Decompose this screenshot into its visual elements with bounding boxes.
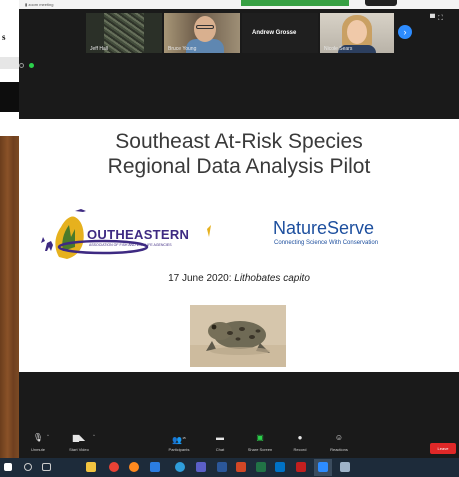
outlook-icon[interactable]	[275, 462, 285, 472]
slide-date: 17 June 2020:	[168, 273, 235, 284]
start-video-button[interactable]: ▆◣ Start Video	[61, 433, 97, 452]
reactions-label: Reactions	[330, 447, 348, 452]
share-screen-label: Share Screen	[247, 447, 273, 452]
video-off-icon: ▆◣	[72, 433, 86, 442]
search-icon[interactable]	[24, 463, 32, 471]
frog-photo	[190, 305, 286, 367]
sefwa-logo: OUTHEASTERN ASSOCIATION OF FISH AND WILD…	[31, 207, 216, 262]
slide-date-line: 17 June 2020: Lithobates capito	[19, 273, 459, 284]
chrome-icon[interactable]	[109, 462, 119, 472]
participant-face	[347, 20, 367, 44]
participant-face	[194, 16, 216, 42]
participants-button[interactable]: 👥15 Participants	[161, 433, 197, 452]
chat-label: Chat	[215, 447, 225, 452]
fullscreen-icon[interactable]: ⛶	[438, 15, 446, 22]
status-ring-icon	[19, 63, 24, 68]
slide-title-line-1: Southeast At-Risk Species	[115, 130, 363, 153]
species-name: Lithobates capito	[234, 273, 310, 284]
chevron-up-icon[interactable]: ^	[93, 433, 95, 438]
share-screen-icon: ▣	[256, 433, 264, 442]
chevron-right-icon: ›	[403, 27, 407, 37]
record-button[interactable]: ● Record	[287, 433, 313, 452]
unmute-label: Unmute	[30, 447, 45, 452]
view-options-pill[interactable]	[365, 0, 397, 6]
participants-label: Participants	[168, 447, 190, 452]
participant-name: Nicole Sears	[324, 46, 353, 52]
participant-count: 15	[182, 436, 186, 440]
windows-taskbar	[0, 458, 459, 477]
background-window-text: s	[2, 32, 6, 42]
task-view-icon[interactable]	[42, 463, 51, 471]
natureserve-wordmark: NatureServe	[273, 218, 375, 238]
sefwa-wordmark: OUTHEASTERN	[87, 227, 190, 242]
background-window: s	[0, 0, 19, 477]
chat-icon: ▬	[216, 433, 224, 442]
next-page-button[interactable]: ›	[398, 25, 412, 39]
slide-title: Southeast At-Risk Species Regional Data …	[19, 129, 459, 179]
start-video-label: Start Video	[69, 447, 89, 452]
file-explorer-icon[interactable]	[86, 462, 96, 472]
natureserve-tagline: Connecting Science With Conservation	[274, 240, 379, 246]
screen-share-indicator[interactable]	[241, 0, 349, 6]
participant-name: Andrew Grosse	[252, 30, 297, 36]
meeting-toolbar: 🎙 Unmute ^ ▆◣ Start Video ^ 👥15 Particip…	[19, 430, 459, 458]
participant-glasses	[196, 25, 214, 29]
window-title: ▮ zoom meeting	[25, 2, 54, 7]
view-icon[interactable]: ▀	[430, 15, 438, 22]
zoom-icon[interactable]	[318, 462, 328, 472]
firefox-icon[interactable]	[129, 462, 139, 472]
reactions-icon: ☺	[334, 433, 344, 442]
participant-tile[interactable]: Nicole Sears	[320, 13, 394, 53]
acrobat-icon[interactable]	[296, 462, 306, 472]
participants-icon: 👥15	[172, 435, 186, 445]
active-speaker-dot-icon	[29, 63, 34, 68]
teams-icon[interactable]	[196, 462, 206, 472]
reactions-button[interactable]: ☺ Reactions	[323, 433, 355, 452]
chat-button[interactable]: ▬ Chat	[207, 433, 233, 452]
leave-button[interactable]: Leave	[430, 443, 456, 454]
participant-video	[104, 13, 144, 53]
zoom-meeting-window: ▮ zoom meeting Jeff Hall Bruce Young And…	[19, 0, 459, 458]
speaker-status	[19, 60, 37, 70]
excel-icon[interactable]	[256, 462, 266, 472]
background-window-tab	[0, 57, 19, 69]
shared-slide: Southeast At-Risk Species Regional Data …	[19, 119, 459, 372]
participant-tile[interactable]: Bruce Young	[164, 13, 240, 53]
windows-icon[interactable]	[4, 463, 12, 471]
participant-name: Bruce Young	[168, 46, 197, 52]
participant-tile[interactable]: Jeff Hall	[86, 13, 162, 53]
top-right-controls: ▀⛶	[430, 15, 446, 23]
frog-image	[190, 305, 286, 367]
slide-title-line-2: Regional Data Analysis Pilot	[107, 155, 371, 178]
mail-icon[interactable]	[150, 462, 160, 472]
participant-strip: Jeff Hall Bruce Young Andrew Grosse Nico…	[19, 9, 459, 119]
word-icon[interactable]	[217, 462, 227, 472]
powerpoint-icon[interactable]	[236, 462, 246, 472]
background-window-image	[0, 136, 19, 458]
sefwa-subtitle: ASSOCIATION OF FISH AND WILDLIFE AGENCIE…	[89, 243, 172, 247]
photos-icon[interactable]	[340, 462, 350, 472]
participant-tile[interactable]: Andrew Grosse	[242, 13, 318, 53]
participant-name: Jeff Hall	[90, 46, 108, 52]
edge-icon[interactable]	[175, 462, 185, 472]
record-label: Record	[293, 447, 307, 452]
background-window-dark-panel	[0, 82, 19, 112]
chevron-up-icon[interactable]: ^	[47, 433, 49, 438]
share-screen-button[interactable]: ▣ Share Screen	[242, 433, 278, 452]
record-icon: ●	[297, 433, 303, 442]
